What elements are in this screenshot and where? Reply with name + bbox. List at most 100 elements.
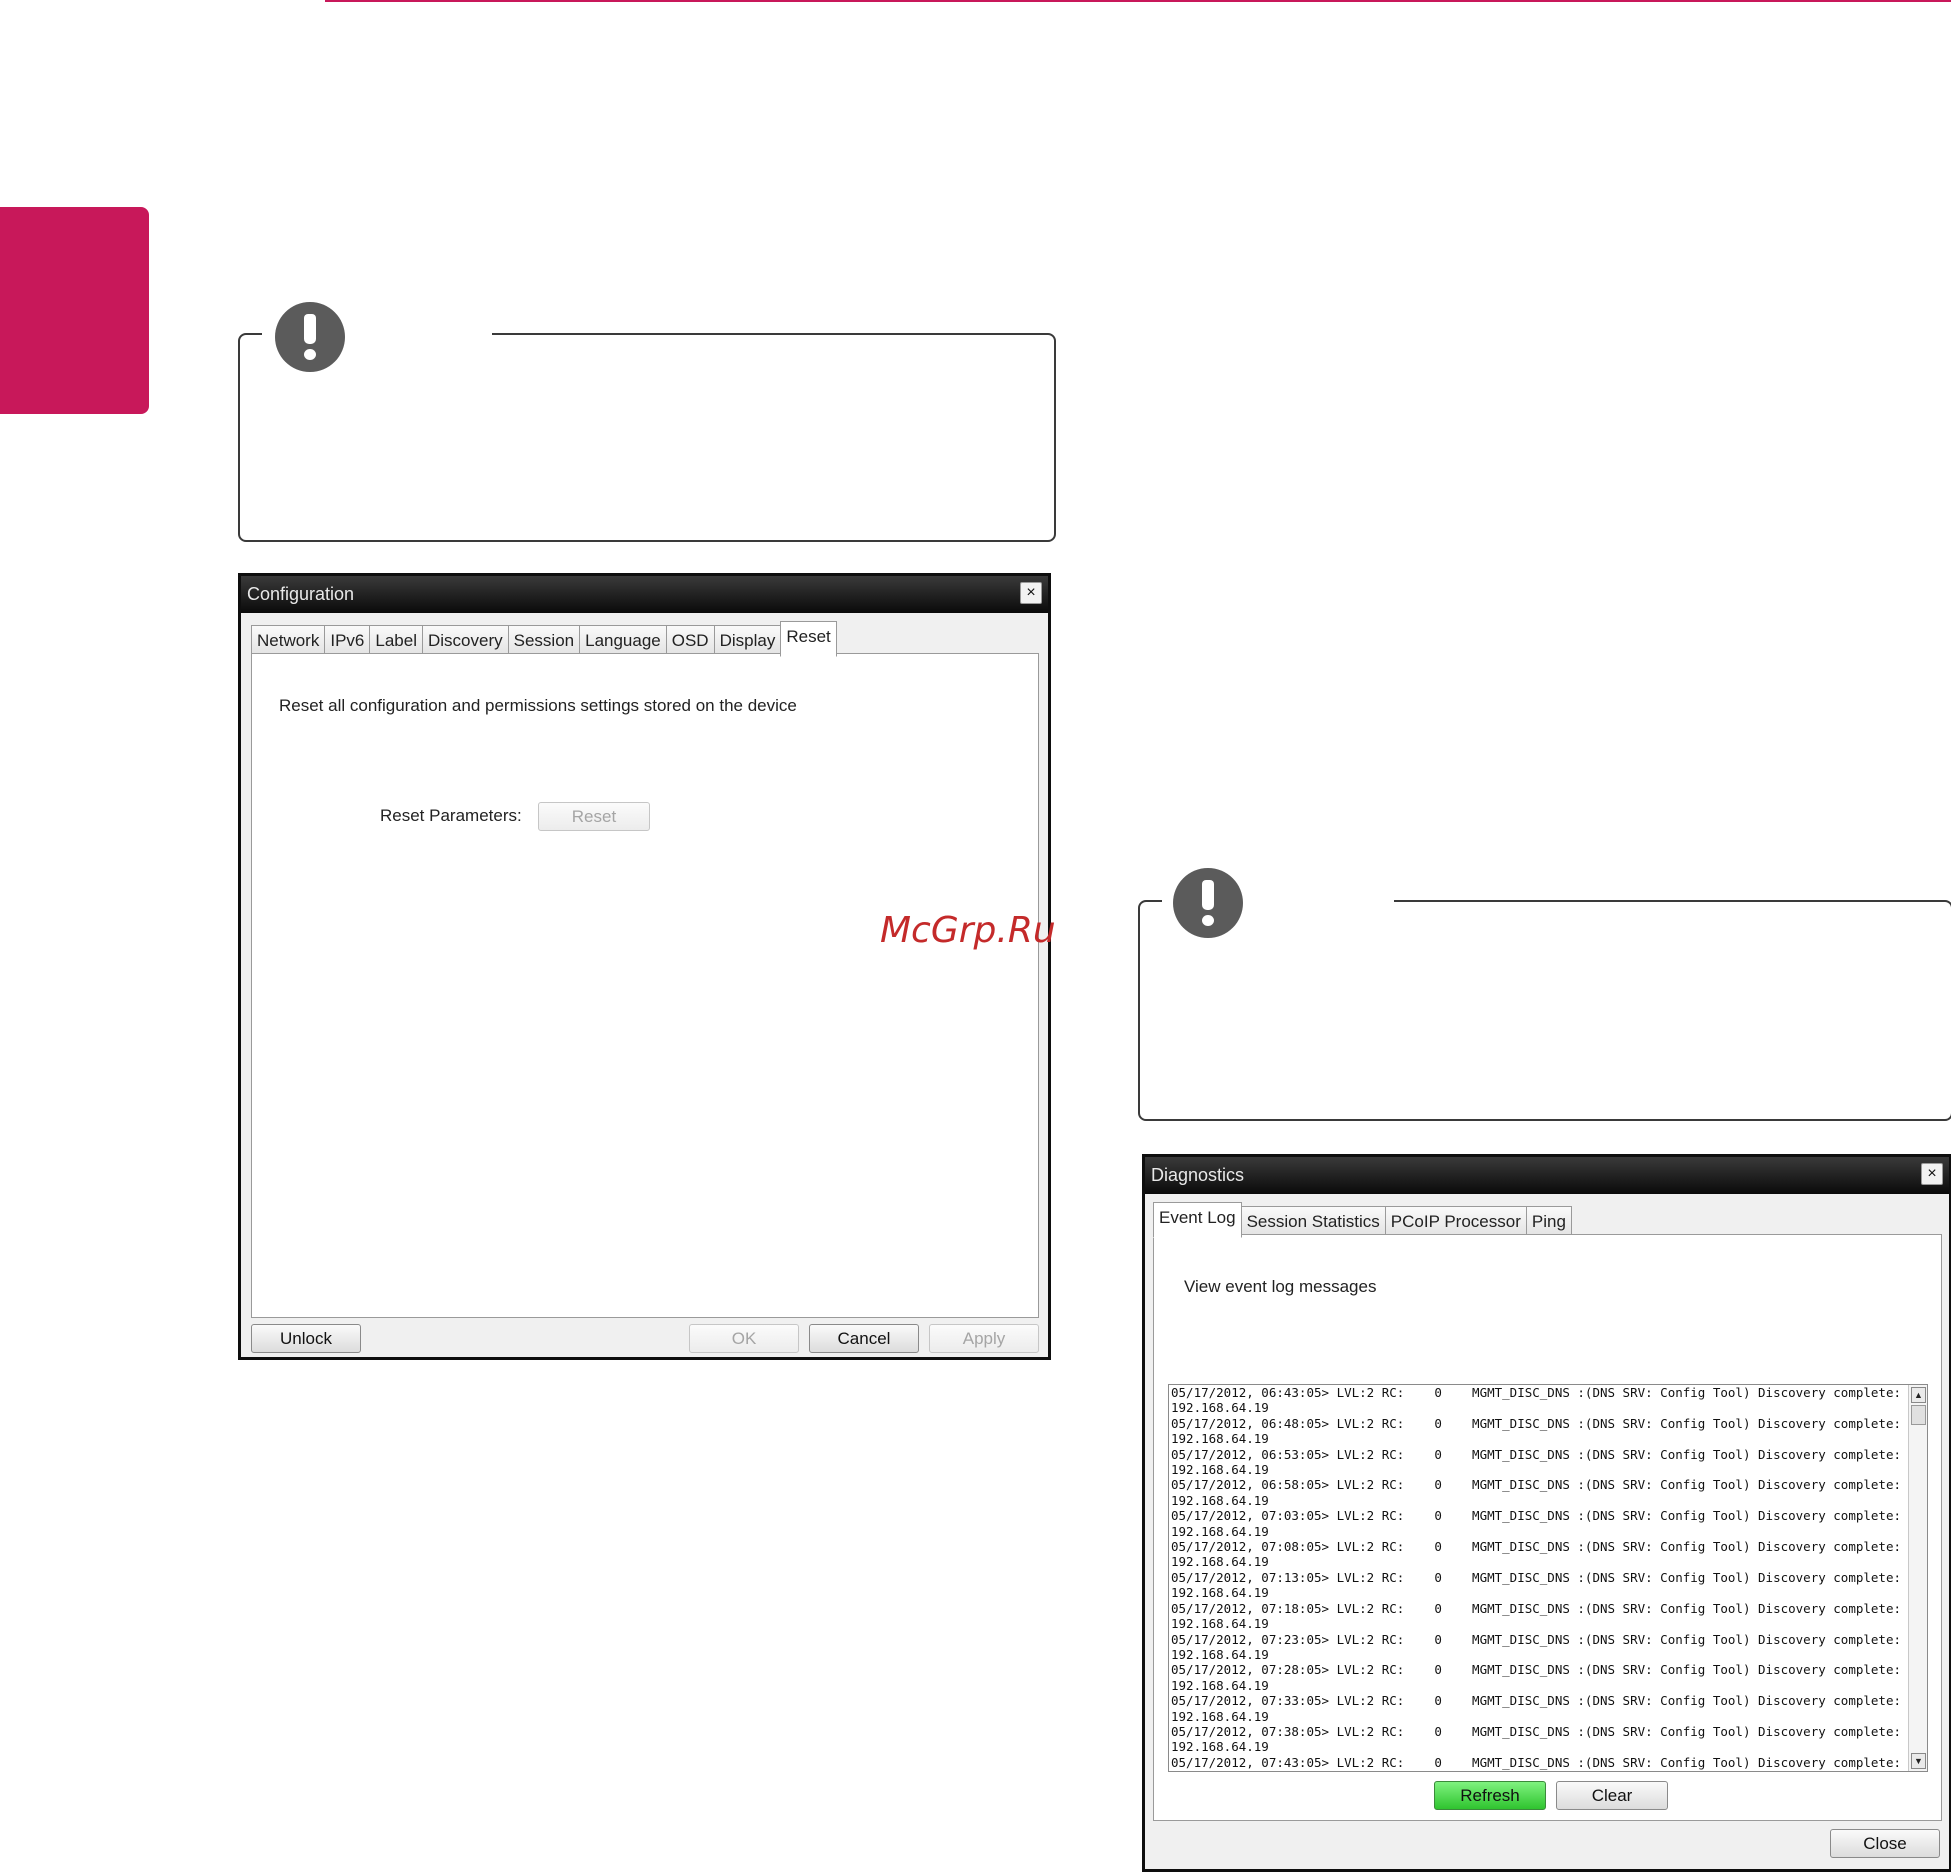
tab-language[interactable]: Language	[579, 625, 667, 656]
configuration-tabs: Network IPv6 Label Discovery Session Language…	[251, 621, 837, 657]
log-ip: 192.168.64.19	[1171, 1585, 1269, 1601]
log-message: LVL:2 RC: 0 MGMT_DISC_DNS :(DNS SRV: Con…	[1336, 1477, 1902, 1493]
log-entry: 05/17/2012, 07:13:05> LVL:2 RC: 0 MGMT_D…	[1171, 1570, 1901, 1585]
log-ip: 192.168.64.19	[1171, 1739, 1269, 1755]
log-message: LVL:2 RC: 0 MGMT_DISC_DNS :(DNS SRV: Con…	[1336, 1385, 1902, 1400]
tab-discovery[interactable]: Discovery	[422, 625, 509, 656]
apply-button[interactable]: Apply	[929, 1324, 1039, 1353]
unlock-button[interactable]: Unlock	[251, 1324, 361, 1353]
tab-session-statistics[interactable]: Session Statistics	[1240, 1206, 1386, 1237]
log-entry: 05/17/2012, 07:03:05> LVL:2 RC: 0 MGMT_D…	[1171, 1508, 1901, 1523]
caution-icon	[275, 302, 345, 372]
log-timestamp: 05/17/2012, 06:53:05>	[1171, 1446, 1330, 1462]
log-timestamp: 05/17/2012, 07:18:05>	[1171, 1600, 1330, 1616]
log-message: LVL:2 RC: 0 MGMT_DISC_DNS :(DNS SRV: Con…	[1336, 1415, 1902, 1431]
log-entry: 05/17/2012, 07:23:05> LVL:2 RC: 0 MGMT_D…	[1171, 1632, 1901, 1647]
configuration-window: Configuration × Network IPv6 Label Discover…	[238, 573, 1051, 1360]
log-timestamp: 05/17/2012, 06:43:05>	[1171, 1385, 1330, 1400]
clear-button[interactable]: Clear	[1556, 1781, 1668, 1810]
log-entry: 05/17/2012, 07:08:05> LVL:2 RC: 0 MGMT_D…	[1171, 1539, 1901, 1554]
ok-button[interactable]: OK	[689, 1324, 799, 1353]
scroll-thumb[interactable]	[1911, 1405, 1926, 1425]
close-icon[interactable]: ×	[1020, 582, 1042, 604]
log-message: LVL:2 RC: 0 MGMT_DISC_DNS :(DNS SRV: Con…	[1336, 1754, 1902, 1770]
event-log-list[interactable]: 05/17/2012, 06:43:05> LVL:2 RC: 0 MGMT_D…	[1168, 1384, 1928, 1772]
log-ip: 192.168.64.19	[1171, 1431, 1269, 1447]
tab-network[interactable]: Network	[251, 625, 326, 656]
log-timestamp: 05/17/2012, 07:23:05>	[1171, 1631, 1330, 1647]
log-message: LVL:2 RC: 0 MGMT_DISC_DNS :(DNS SRV: Con…	[1336, 1631, 1902, 1647]
diagnostics-window: Diagnostics × Event Log Session Statistic…	[1142, 1154, 1951, 1872]
log-entry: 05/17/2012, 06:58:05> LVL:2 RC: 0 MGMT_D…	[1171, 1477, 1901, 1492]
log-ip: 192.168.64.19	[1171, 1708, 1269, 1724]
close-icon[interactable]: ×	[1921, 1163, 1943, 1185]
log-timestamp: 05/17/2012, 07:08:05>	[1171, 1539, 1330, 1555]
scroll-down-icon[interactable]: ▼	[1911, 1753, 1926, 1769]
configuration-titlebar: Configuration	[241, 576, 1048, 613]
log-timestamp: 05/17/2012, 07:38:05>	[1171, 1723, 1330, 1739]
tab-session[interactable]: Session	[507, 625, 581, 656]
chapter-side-tab	[0, 207, 149, 414]
log-ip: 192.168.64.19	[1171, 1616, 1269, 1632]
log-timestamp: 05/17/2012, 07:43:05>	[1171, 1754, 1330, 1770]
tab-ipv6[interactable]: IPv6	[324, 625, 371, 656]
log-ip: 192.168.64.19	[1171, 1462, 1269, 1478]
log-ip: 192.168.64.19	[1171, 1646, 1269, 1662]
log-ip: 192.168.64.19	[1171, 1523, 1269, 1539]
log-timestamp: 05/17/2012, 07:13:05>	[1171, 1569, 1330, 1585]
tab-display[interactable]: Display	[713, 625, 782, 656]
caution-note-box-2	[1138, 900, 1951, 1121]
log-timestamp: 05/17/2012, 06:58:05>	[1171, 1477, 1330, 1493]
log-entry: 05/17/2012, 06:48:05> LVL:2 RC: 0 MGMT_D…	[1171, 1416, 1901, 1431]
log-entry: 05/17/2012, 07:38:05> LVL:2 RC: 0 MGMT_D…	[1171, 1724, 1901, 1739]
log-entry: 05/17/2012, 06:53:05> LVL:2 RC: 0 MGMT_D…	[1171, 1447, 1901, 1462]
window-title: Configuration	[247, 584, 355, 604]
caution-icon	[1173, 868, 1243, 938]
log-timestamp: 05/17/2012, 06:48:05>	[1171, 1415, 1330, 1431]
cancel-button[interactable]: Cancel	[809, 1324, 919, 1353]
close-button[interactable]: Close	[1830, 1829, 1940, 1858]
log-timestamp: 05/17/2012, 07:28:05>	[1171, 1662, 1330, 1678]
tab-label[interactable]: Label	[369, 625, 423, 656]
tab-reset[interactable]: Reset	[780, 621, 837, 657]
log-timestamp: 05/17/2012, 07:33:05>	[1171, 1693, 1330, 1709]
window-title: Diagnostics	[1151, 1165, 1245, 1185]
log-entry: 05/17/2012, 07:43:05> LVL:2 RC: 0 MGMT_D…	[1171, 1755, 1901, 1770]
reset-parameters-label: Reset Parameters:	[380, 806, 522, 825]
watermark: McGrp.Ru	[880, 910, 1056, 951]
log-message: LVL:2 RC: 0 MGMT_DISC_DNS :(DNS SRV: Con…	[1336, 1723, 1902, 1739]
top-accent-rule	[325, 0, 1951, 2]
log-message: LVL:2 RC: 0 MGMT_DISC_DNS :(DNS SRV: Con…	[1336, 1662, 1902, 1678]
tab-event-log[interactable]: Event Log	[1153, 1202, 1242, 1238]
log-message: LVL:2 RC: 0 MGMT_DISC_DNS :(DNS SRV: Con…	[1336, 1539, 1902, 1555]
reset-button[interactable]: Reset	[538, 802, 650, 831]
refresh-button[interactable]: Refresh	[1434, 1781, 1546, 1810]
log-message: LVL:2 RC: 0 MGMT_DISC_DNS :(DNS SRV: Con…	[1336, 1600, 1902, 1616]
caution-note-box	[238, 333, 1056, 542]
event-log-description: View event log messages	[1184, 1277, 1377, 1296]
event-log-lines: 05/17/2012, 06:43:05> LVL:2 RC: 0 MGMT_D…	[1171, 1385, 1901, 1770]
tab-osd[interactable]: OSD	[665, 625, 715, 656]
diagnostics-titlebar: Diagnostics	[1145, 1157, 1949, 1194]
log-entry: 05/17/2012, 07:33:05> LVL:2 RC: 0 MGMT_D…	[1171, 1693, 1901, 1708]
log-entry: 05/17/2012, 06:43:05> LVL:2 RC: 0 MGMT_D…	[1171, 1385, 1901, 1400]
log-message: LVL:2 RC: 0 MGMT_DISC_DNS :(DNS SRV: Con…	[1336, 1569, 1902, 1585]
scroll-up-icon[interactable]: ▲	[1911, 1387, 1926, 1403]
log-scrollbar[interactable]: ▲ ▼	[1908, 1385, 1927, 1771]
log-ip: 192.168.64.19	[1171, 1554, 1269, 1570]
log-ip: 192.168.64.19	[1171, 1400, 1269, 1416]
log-timestamp: 05/17/2012, 07:03:05>	[1171, 1508, 1330, 1524]
tab-ping[interactable]: Ping	[1525, 1206, 1572, 1237]
reset-description: Reset all configuration and permissions …	[279, 696, 797, 715]
event-log-panel: View event log messages 05/17/2012, 06:4…	[1153, 1234, 1942, 1821]
log-message: LVL:2 RC: 0 MGMT_DISC_DNS :(DNS SRV: Con…	[1336, 1446, 1902, 1462]
diagnostics-tabs: Event Log Session Statistics PCoIP Process…	[1153, 1202, 1572, 1238]
log-ip: 192.168.64.19	[1171, 1677, 1269, 1693]
log-message: LVL:2 RC: 0 MGMT_DISC_DNS :(DNS SRV: Con…	[1336, 1508, 1902, 1524]
log-message: LVL:2 RC: 0 MGMT_DISC_DNS :(DNS SRV: Con…	[1336, 1693, 1902, 1709]
tab-pcoip-processor[interactable]: PCoIP Processor	[1384, 1206, 1527, 1237]
log-ip: 192.168.64.19	[1171, 1492, 1269, 1508]
log-entry: 05/17/2012, 07:18:05> LVL:2 RC: 0 MGMT_D…	[1171, 1601, 1901, 1616]
log-entry: 05/17/2012, 07:28:05> LVL:2 RC: 0 MGMT_D…	[1171, 1662, 1901, 1677]
reset-panel: Reset all configuration and permissions …	[251, 653, 1039, 1318]
